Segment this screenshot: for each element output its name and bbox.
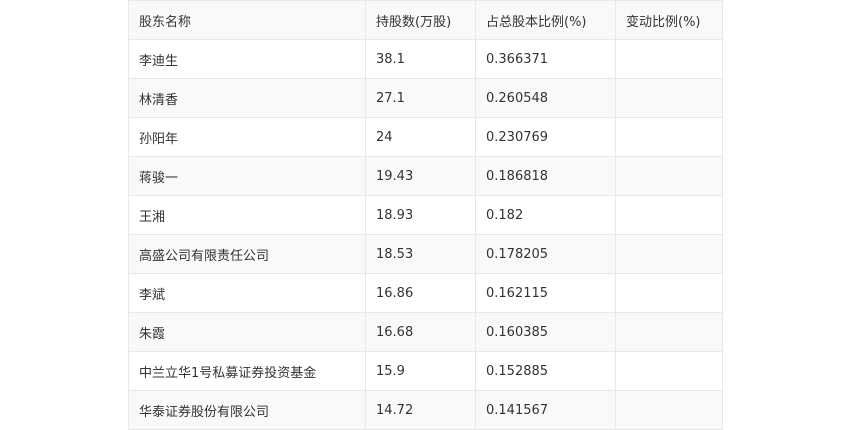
change-ratio-cell xyxy=(615,390,723,430)
change-ratio-cell xyxy=(615,351,723,391)
share-ratio-cell: 0.366371 xyxy=(475,39,616,79)
shares-held-cell: 38.1 xyxy=(365,39,476,79)
table-row: 中兰立华1号私募证券投资基金 15.9 0.152885 xyxy=(128,351,723,391)
share-ratio-cell: 0.186818 xyxy=(475,156,616,196)
table-row: 王湘 18.93 0.182 xyxy=(128,195,723,235)
table-header-row: 股东名称 持股数(万股) 占总股本比例(%) 变动比例(%) xyxy=(128,0,723,40)
shareholder-name-cell: 李迪生 xyxy=(128,39,366,79)
shareholder-name-cell: 李斌 xyxy=(128,273,366,313)
change-ratio-cell xyxy=(615,234,723,274)
share-ratio-cell: 0.152885 xyxy=(475,351,616,391)
shares-held-cell: 16.68 xyxy=(365,312,476,352)
shares-held-cell: 18.93 xyxy=(365,195,476,235)
table-row: 华泰证券股份有限公司 14.72 0.141567 xyxy=(128,390,723,430)
table-row: 孙阳年 24 0.230769 xyxy=(128,117,723,157)
shares-held-cell: 15.9 xyxy=(365,351,476,391)
shareholder-name-cell: 中兰立华1号私募证券投资基金 xyxy=(128,351,366,391)
change-ratio-cell xyxy=(615,195,723,235)
change-ratio-cell xyxy=(615,273,723,313)
change-ratio-cell xyxy=(615,39,723,79)
shareholder-name-cell: 华泰证券股份有限公司 xyxy=(128,390,366,430)
header-share-ratio: 占总股本比例(%) xyxy=(475,0,616,40)
header-change-ratio: 变动比例(%) xyxy=(615,0,723,40)
shareholder-name-cell: 高盛公司有限责任公司 xyxy=(128,234,366,274)
share-ratio-cell: 0.178205 xyxy=(475,234,616,274)
share-ratio-cell: 0.230769 xyxy=(475,117,616,157)
share-ratio-cell: 0.182 xyxy=(475,195,616,235)
table-row: 李迪生 38.1 0.366371 xyxy=(128,39,723,79)
share-ratio-cell: 0.260548 xyxy=(475,78,616,118)
shareholder-name-cell: 王湘 xyxy=(128,195,366,235)
table-row: 蒋骏一 19.43 0.186818 xyxy=(128,156,723,196)
shares-held-cell: 18.53 xyxy=(365,234,476,274)
shares-held-cell: 24 xyxy=(365,117,476,157)
header-shares-held: 持股数(万股) xyxy=(365,0,476,40)
shares-held-cell: 19.43 xyxy=(365,156,476,196)
change-ratio-cell xyxy=(615,312,723,352)
share-ratio-cell: 0.160385 xyxy=(475,312,616,352)
share-ratio-cell: 0.141567 xyxy=(475,390,616,430)
shares-held-cell: 16.86 xyxy=(365,273,476,313)
table-row: 朱霞 16.68 0.160385 xyxy=(128,312,723,352)
table-row: 林清香 27.1 0.260548 xyxy=(128,78,723,118)
shareholder-name-cell: 林清香 xyxy=(128,78,366,118)
header-shareholder-name: 股东名称 xyxy=(128,0,366,40)
shareholder-name-cell: 孙阳年 xyxy=(128,117,366,157)
shares-held-cell: 27.1 xyxy=(365,78,476,118)
change-ratio-cell xyxy=(615,78,723,118)
shareholders-table: 股东名称 持股数(万股) 占总股本比例(%) 变动比例(%) 李迪生 38.1 … xyxy=(128,0,723,430)
shareholder-name-cell: 朱霞 xyxy=(128,312,366,352)
change-ratio-cell xyxy=(615,156,723,196)
share-ratio-cell: 0.162115 xyxy=(475,273,616,313)
change-ratio-cell xyxy=(615,117,723,157)
shareholder-name-cell: 蒋骏一 xyxy=(128,156,366,196)
table-row: 高盛公司有限责任公司 18.53 0.178205 xyxy=(128,234,723,274)
shares-held-cell: 14.72 xyxy=(365,390,476,430)
table-row: 李斌 16.86 0.162115 xyxy=(128,273,723,313)
